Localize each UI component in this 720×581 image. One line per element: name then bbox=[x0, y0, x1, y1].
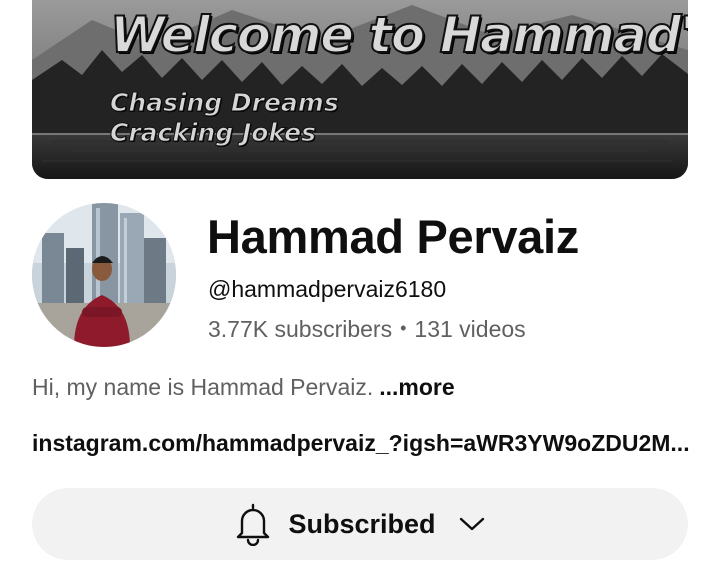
banner-tagline-1: Chasing Dreams bbox=[110, 88, 340, 118]
channel-banner[interactable]: Welcome to Hammad's Life Chasing Dreams … bbox=[32, 0, 688, 179]
banner-tagline-2: Cracking Jokes bbox=[109, 118, 317, 148]
channel-name: Hammad Pervaiz bbox=[207, 210, 579, 263]
channel-stats: 3.77K subscribers • 131 videos bbox=[208, 316, 526, 343]
more-link[interactable]: ...more bbox=[379, 374, 454, 400]
external-link[interactable]: instagram.com/hammadpervaiz_?igsh=aWR3YW… bbox=[32, 430, 692, 457]
bell-icon bbox=[237, 503, 270, 546]
subscribed-button[interactable]: Subscribed bbox=[32, 488, 688, 560]
stats-separator: • bbox=[400, 318, 407, 338]
video-count: 131 videos bbox=[414, 316, 526, 342]
avatar-photo bbox=[32, 203, 176, 347]
chevron-down-icon bbox=[459, 517, 484, 531]
channel-description[interactable]: Hi, my name is Hammad Pervaiz. ...more bbox=[32, 374, 455, 401]
channel-avatar[interactable] bbox=[32, 203, 176, 347]
banner-title: Welcome to Hammad's Life bbox=[109, 5, 688, 65]
subscribed-label: Subscribed bbox=[288, 508, 436, 539]
subscriber-count: 3.77K subscribers bbox=[208, 316, 393, 342]
channel-handle: @hammadpervaiz6180 bbox=[208, 276, 447, 302]
description-text: Hi, my name is Hammad Pervaiz. bbox=[32, 374, 374, 400]
